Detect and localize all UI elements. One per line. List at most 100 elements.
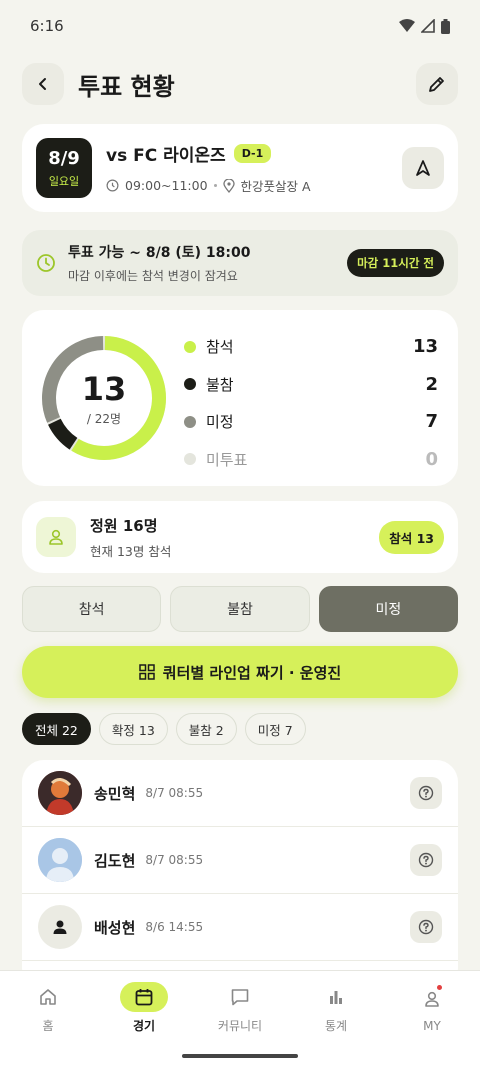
legend-row-attend: 참석 13: [184, 328, 438, 366]
capacity-icon-box: [36, 517, 76, 557]
person-icon: [53, 920, 67, 934]
match-date: 8/9: [48, 147, 80, 169]
member-status-button[interactable]: [410, 777, 442, 809]
deadline-title: 투표 가능 ~ 8/8 (토) 18:00: [68, 245, 251, 261]
notification-dot: [437, 985, 442, 990]
bar-chart-icon: [312, 982, 360, 1012]
chat-icon: [216, 982, 264, 1012]
member-filters: 전체 22 확정 13 불참 2 미정 7: [22, 713, 306, 745]
list-item[interactable]: 김도현 8/7 08:55: [22, 827, 458, 894]
list-item[interactable]: 배성현 8/6 14:55: [22, 894, 458, 961]
legend-dot: [184, 340, 196, 353]
member-name: 배성현: [94, 918, 136, 937]
navigation-arrow-icon: [416, 160, 430, 176]
nav-community[interactable]: 커뮤니티: [192, 971, 288, 1045]
member-status-button[interactable]: [410, 911, 442, 943]
legend-label: 불참: [206, 375, 234, 394]
default-avatar-icon: [38, 838, 82, 882]
meta-separator: [213, 184, 217, 187]
status-icons: [399, 18, 450, 34]
navigate-button[interactable]: [402, 147, 444, 189]
filter-all[interactable]: 전체 22: [22, 713, 91, 745]
member-vote-time: 8/7 08:55: [145, 786, 204, 800]
bottom-nav: 홈 경기 커뮤니티 통계 MY: [0, 970, 480, 1069]
legend-value: 0: [425, 448, 438, 470]
calendar-icon: [120, 982, 168, 1012]
donut-total: 13: [81, 369, 127, 408]
nav-label: 통계: [324, 1019, 348, 1033]
nav-match[interactable]: 경기: [96, 971, 192, 1045]
nav-home[interactable]: 홈: [0, 971, 96, 1045]
vote-attend-button[interactable]: 참석: [22, 586, 162, 632]
page-title: 투표 현황: [78, 72, 175, 101]
match-date-box: 8/9 일요일: [36, 138, 92, 198]
match-weekday: 일요일: [48, 174, 80, 188]
member-name: 김도현: [94, 851, 136, 870]
vote-summary-card: 13 / 22명 참석 13 불참 2 미정 7 미투표 0: [22, 310, 458, 486]
legend-label: 미정: [206, 413, 234, 432]
avatar: [38, 771, 82, 815]
vote-absent-button[interactable]: 불참: [170, 586, 310, 632]
avatar: [38, 838, 82, 882]
member-name: 송민혁: [94, 784, 136, 803]
signal-icon: [421, 19, 435, 33]
edit-button[interactable]: [416, 63, 458, 105]
deadline-subtitle: 마감 이후에는 참석 변경이 잠겨요: [68, 269, 238, 283]
member-list: 송민혁 8/7 08:55 김도현 8/7 08:55 배성현 8/6 14:5…: [22, 760, 458, 990]
chevron-left-icon: [39, 78, 46, 90]
wifi-icon: [399, 19, 415, 32]
match-info: vs FC 라이온즈 D-1 09:00~11:00 한강풋살장 A: [106, 141, 402, 195]
legend-label: 미투표: [206, 450, 248, 469]
lineup-label: 쿼터별 라인업 짜기 · 운영진: [162, 663, 342, 682]
question-icon: [418, 919, 434, 935]
question-icon: [418, 785, 434, 801]
donut-subtitle: / 22명: [86, 411, 122, 426]
deadline-badge: 마감 11시간 전: [347, 249, 444, 277]
nav-stats[interactable]: 통계: [288, 971, 384, 1045]
nav-label: MY: [423, 1018, 441, 1033]
legend-value: 13: [412, 336, 438, 358]
legend-row-absent: 불참 2: [184, 366, 438, 404]
battery-icon: [441, 18, 450, 34]
nav-my[interactable]: MY: [384, 971, 480, 1045]
attend-count-badge: 참석 13: [379, 520, 444, 554]
clock-icon: [106, 179, 119, 192]
filter-absent[interactable]: 불참 2: [175, 713, 237, 745]
lineup-button[interactable]: 쿼터별 라인업 짜기 · 운영진: [22, 646, 458, 698]
legend-row-undecided: 미정 7: [184, 403, 438, 441]
legend-value: 2: [425, 373, 438, 395]
legend-row-not-voted: 미투표 0: [184, 441, 438, 479]
user-icon: [408, 984, 456, 1014]
match-card[interactable]: 8/9 일요일 vs FC 라이온즈 D-1 09:00~11:00 한강풋살장…: [22, 124, 458, 212]
home-indicator: [182, 1054, 298, 1058]
avatar: [38, 905, 82, 949]
status-bar: 6:16: [0, 0, 480, 52]
nav-label: 커뮤니티: [217, 1019, 263, 1033]
header: 투표 현황: [22, 62, 458, 106]
capacity-title: 정원 16명: [90, 516, 158, 535]
vote-options: 참석 불참 미정: [22, 586, 458, 632]
vote-legend: 참석 13 불참 2 미정 7 미투표 0: [184, 328, 438, 478]
list-item[interactable]: 송민혁 8/7 08:55: [22, 760, 458, 827]
member-vote-time: 8/6 14:55: [145, 920, 204, 934]
deadline-banner: 투표 가능 ~ 8/8 (토) 18:00 마감 이후에는 참석 변경이 잠겨요…: [22, 230, 458, 296]
legend-dot: [184, 415, 196, 428]
legend-value: 7: [425, 411, 438, 433]
question-icon: [418, 852, 434, 868]
donut-center: 13 / 22명: [40, 334, 168, 462]
legend-label: 참석: [206, 338, 234, 357]
member-status-button[interactable]: [410, 844, 442, 876]
dday-badge: D-1: [233, 144, 272, 163]
legend-dot: [184, 378, 196, 391]
home-icon: [24, 982, 72, 1012]
capacity-subtitle: 현재 13명 참석: [90, 543, 172, 559]
filter-undecided[interactable]: 미정 7: [244, 713, 306, 745]
filter-confirmed[interactable]: 확정 13: [98, 713, 168, 745]
person-icon: [49, 529, 63, 545]
nav-label: 경기: [132, 1019, 156, 1033]
match-location: 한강풋살장 A: [240, 179, 311, 194]
status-time: 6:16: [30, 17, 64, 35]
member-vote-time: 8/7 08:55: [145, 853, 204, 867]
vote-undecided-button[interactable]: 미정: [318, 586, 458, 632]
back-button[interactable]: [22, 63, 64, 105]
